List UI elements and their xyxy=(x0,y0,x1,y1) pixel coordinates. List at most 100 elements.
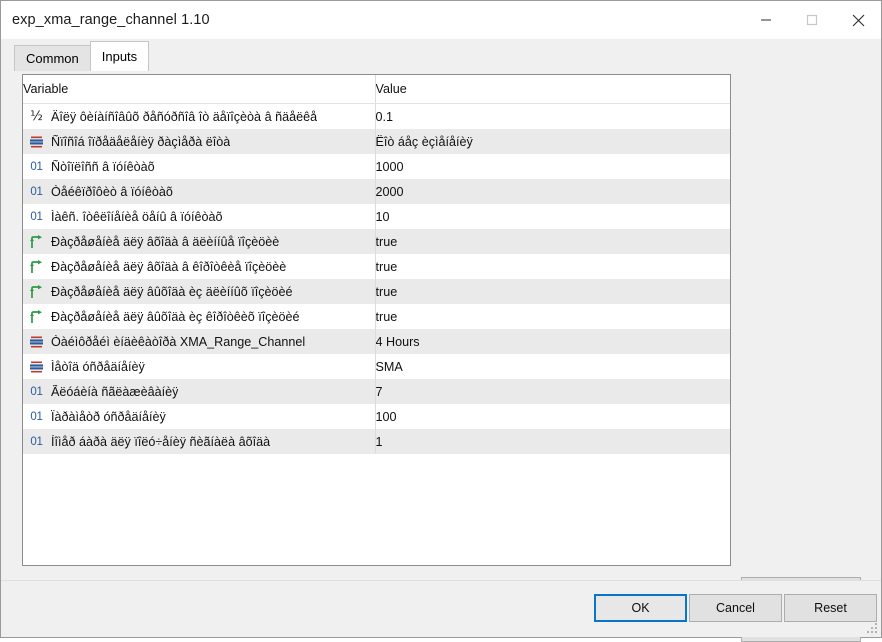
resize-grip[interactable] xyxy=(866,623,878,635)
close-icon xyxy=(852,14,864,26)
cell-variable[interactable]: 01 Ãëóáèíà ñãëàæèâàíèÿ xyxy=(23,379,375,404)
variable-label: Ðàçðåøåíèå äëÿ âûõîäà èç êîðîòêèõ ïîçèöè… xyxy=(51,309,300,324)
variable-cell-content: Ðàçðåøåíèå äëÿ âõîäà â äëèííûå ïîçèöèè xyxy=(23,229,375,254)
cell-value[interactable]: true xyxy=(374,229,730,254)
variable-cell-content: Ìåòîä óñðåäíåíèÿ xyxy=(23,354,375,379)
table-row[interactable]: Ðàçðåøåíèå äëÿ âûõîäà èç êîðîòêèõ ïîçèöè… xyxy=(23,304,730,329)
inputs-table-panel: Variable Value ½ Äîëÿ ôèíàíñîâûõ ðåñóðñîâ… xyxy=(22,74,731,566)
integer-icon: 01 xyxy=(30,410,43,423)
variable-cell-content: Ðàçðåøåíèå äëÿ âûõîäà èç êîðîòêèõ ïîçèöè… xyxy=(23,304,375,329)
variable-cell-content: Ðàçðåøåíèå äëÿ âûõîäà èç äëèííûõ ïîçèöèé xyxy=(23,279,375,304)
cell-variable[interactable]: 01 Íîìåð áàðà äëÿ ïîëó÷åíèÿ ñèãíàëà âõîäà xyxy=(23,429,375,454)
table-row[interactable]: Òàéìôðåéì èíäèêàòîðà XMA_Range_Channel 4 … xyxy=(23,329,730,354)
variable-cell-content: Òàéìôðåéì èíäèêàòîðà XMA_Range_Channel xyxy=(23,329,375,354)
table-row[interactable]: 01 Ñòîïëîññ â ïóíêòàõ 1000 xyxy=(23,154,730,179)
variable-label: Ñòîïëîññ â ïóíêòàõ xyxy=(51,159,155,174)
cell-value[interactable]: 1000 xyxy=(374,154,730,179)
boolean-arrow-icon xyxy=(28,284,45,300)
variable-cell-content: Ñïîñîá îïðåäåëåíèÿ ðàçìåðà ëîòà xyxy=(23,129,375,154)
variable-cell-content: 01 Ïàðàìåòð óñðåäíåíèÿ xyxy=(23,404,375,429)
variable-label: Ìåòîä óñðåäíåíèÿ xyxy=(51,359,145,374)
table-row[interactable]: ½ Äîëÿ ôèíàíñîâûõ ðåñóðñîâ îò äåïîçèòà â … xyxy=(23,103,730,130)
cell-value[interactable]: 10 xyxy=(374,204,730,229)
variable-label: Ïàðàìåòð óñðåäíåíèÿ xyxy=(51,409,166,424)
variable-label: Ìàêñ. îòêëîíåíèå öåíû â ïóíêòàõ xyxy=(51,209,223,224)
ok-button[interactable]: OK xyxy=(594,594,687,622)
cell-value[interactable]: true xyxy=(374,254,730,279)
cell-value[interactable]: 100 xyxy=(374,404,730,429)
table-row[interactable]: Ìåòîä óñðåäíåíèÿ SMA xyxy=(23,354,730,379)
variable-label: Ðàçðåøåíèå äëÿ âõîäà â äëèííûå ïîçèöèè xyxy=(51,234,280,249)
cell-value[interactable]: 0.1 xyxy=(374,103,730,129)
cell-variable[interactable]: 01 Ïàðàìåòð óñðåäíåíèÿ xyxy=(23,404,375,429)
close-button[interactable] xyxy=(835,1,881,39)
enum-list-icon xyxy=(28,359,45,375)
window-controls xyxy=(743,1,881,39)
cell-value[interactable]: Ëîò áåç èçìåíåíèÿ xyxy=(374,129,730,154)
maximize-icon xyxy=(806,14,818,26)
variable-cell-content: 01 Ñòîïëîññ â ïóíêòàõ xyxy=(23,154,375,179)
cell-value[interactable]: true xyxy=(374,279,730,304)
enum-list-icon xyxy=(28,134,45,150)
table-row[interactable]: Ðàçðåøåíèå äëÿ âõîäà â äëèííûå ïîçèöèè tr… xyxy=(23,229,730,254)
variable-cell-content: ½ Äîëÿ ôèíàíñîâûõ ðåñóðñîâ îò äåïîçèòà â … xyxy=(23,104,375,129)
column-header-variable: Variable xyxy=(23,75,375,104)
column-header-value: Value xyxy=(374,75,730,104)
cancel-button[interactable]: Cancel xyxy=(689,594,782,622)
cell-value[interactable]: SMA xyxy=(374,354,730,379)
reset-button[interactable]: Reset xyxy=(784,594,877,622)
table-row[interactable]: 01 Ãëóáèíà ñãëàæèâàíèÿ 7 xyxy=(23,379,730,404)
cell-variable[interactable]: 01 Ñòîïëîññ â ïóíêòàõ xyxy=(23,154,375,179)
minimize-icon xyxy=(761,19,771,21)
cell-value[interactable]: 4 Hours xyxy=(374,329,730,354)
cell-variable[interactable]: 01 Òåéêïðîôèò â ïóíêòàõ xyxy=(23,179,375,204)
inputs-table-body: ½ Äîëÿ ôèíàíñîâûõ ðåñóðñîâ îò äåïîçèòà â … xyxy=(23,103,730,454)
table-row[interactable]: 01 Ìàêñ. îòêëîíåíèå öåíû â ïóíêòàõ 10 xyxy=(23,204,730,229)
variable-label: Òàéìôðåéì èíäèêàòîðà XMA_Range_Channel xyxy=(51,334,306,349)
window-title: exp_xma_range_channel 1.10 xyxy=(12,12,210,28)
cell-value[interactable]: 1 xyxy=(374,429,730,454)
cell-variable[interactable]: Òàéìôðåéì èíäèêàòîðà XMA_Range_Channel xyxy=(23,329,375,354)
table-row[interactable]: 01 Ïàðàìåòð óñðåäíåíèÿ 100 xyxy=(23,404,730,429)
tab-inputs[interactable]: Inputs xyxy=(89,41,150,71)
cell-variable[interactable]: 01 Ìàêñ. îòêëîíåíèå öåíû â ïóíêòàõ xyxy=(23,204,375,229)
cell-variable[interactable]: Ðàçðåøåíèå äëÿ âõîäà â äëèííûå ïîçèöèè xyxy=(23,229,375,254)
variable-label: Ãëóáèíà ñãëàæèâàíèÿ xyxy=(51,384,179,399)
cell-variable[interactable]: Ìåòîä óñðåäíåíèÿ xyxy=(23,354,375,379)
tab-strip: Common Inputs xyxy=(1,39,881,71)
integer-icon: 01 xyxy=(30,435,43,448)
tab-common[interactable]: Common xyxy=(14,45,91,71)
variable-label: Íîìåð áàðà äëÿ ïîëó÷åíèÿ ñèãíàëà âõîäà xyxy=(51,434,271,449)
cell-variable[interactable]: Ðàçðåøåíèå äëÿ âõîäà â êîðîòêèå ïîçèöèè xyxy=(23,254,375,279)
cell-variable[interactable]: ½ Äîëÿ ôèíàíñîâûõ ðåñóðñîâ îò äåïîçèòà â … xyxy=(23,104,375,130)
variable-cell-content: 01 Ìàêñ. îòêëîíåíèå öåíû â ïóíêòàõ xyxy=(23,204,375,229)
variable-label: Ñïîñîá îïðåäåëåíèÿ ðàçìåðà ëîòà xyxy=(51,134,231,149)
minimize-button[interactable] xyxy=(743,1,789,39)
cell-variable[interactable]: Ðàçðåøåíèå äëÿ âûõîäà èç äëèííûõ ïîçèöèé xyxy=(23,279,375,304)
boolean-arrow-icon xyxy=(28,309,45,325)
cell-variable[interactable]: Ñïîñîá îïðåäåëåíèÿ ðàçìåðà ëîòà xyxy=(23,129,375,154)
variable-cell-content: 01 Òåéêïðîôèò â ïóíêòàõ xyxy=(23,179,375,204)
variable-cell-content: 01 Ãëóáèíà ñãëàæèâàíèÿ xyxy=(23,379,375,404)
variable-label: Òåéêïðîôèò â ïóíêòàõ xyxy=(51,184,173,199)
dialog-content: Variable Value ½ Äîëÿ ôèíàíñîâûõ ðåñóðñîâ… xyxy=(1,71,881,642)
title-bar: exp_xma_range_channel 1.10 xyxy=(1,1,881,39)
table-row[interactable]: 01 Íîìåð áàðà äëÿ ïîëó÷åíèÿ ñèãíàëà âõîäà… xyxy=(23,429,730,454)
table-row[interactable]: 01 Òåéêïðîôèò â ïóíêòàõ 2000 xyxy=(23,179,730,204)
table-row[interactable]: Ðàçðåøåíèå äëÿ âõîäà â êîðîòêèå ïîçèöèè t… xyxy=(23,254,730,279)
cell-variable[interactable]: Ðàçðåøåíèå äëÿ âûõîäà èç êîðîòêèõ ïîçèöè… xyxy=(23,304,375,329)
cell-value[interactable]: 7 xyxy=(374,379,730,404)
variable-label: Ðàçðåøåíèå äëÿ âûõîäà èç äëèííûõ ïîçèöèé xyxy=(51,284,293,299)
enum-list-icon xyxy=(28,334,45,350)
table-header-row: Variable Value xyxy=(23,75,730,104)
cell-value[interactable]: true xyxy=(374,304,730,329)
integer-icon: 01 xyxy=(30,385,43,398)
variable-label: Ðàçðåøåíèå äëÿ âõîäà â êîðîòêèå ïîçèöèè xyxy=(51,259,287,274)
boolean-arrow-icon xyxy=(28,234,45,250)
integer-icon: 01 xyxy=(30,185,43,198)
cell-value[interactable]: 2000 xyxy=(374,179,730,204)
table-row[interactable]: Ñïîñîá îïðåäåëåíèÿ ðàçìåðà ëîòà Ëîò áåç è… xyxy=(23,129,730,154)
table-row[interactable]: Ðàçðåøåíèå äëÿ âûõîäà èç äëèííûõ ïîçèöèé… xyxy=(23,279,730,304)
fraction-half-icon: ½ xyxy=(30,109,43,124)
maximize-button[interactable] xyxy=(789,1,835,39)
